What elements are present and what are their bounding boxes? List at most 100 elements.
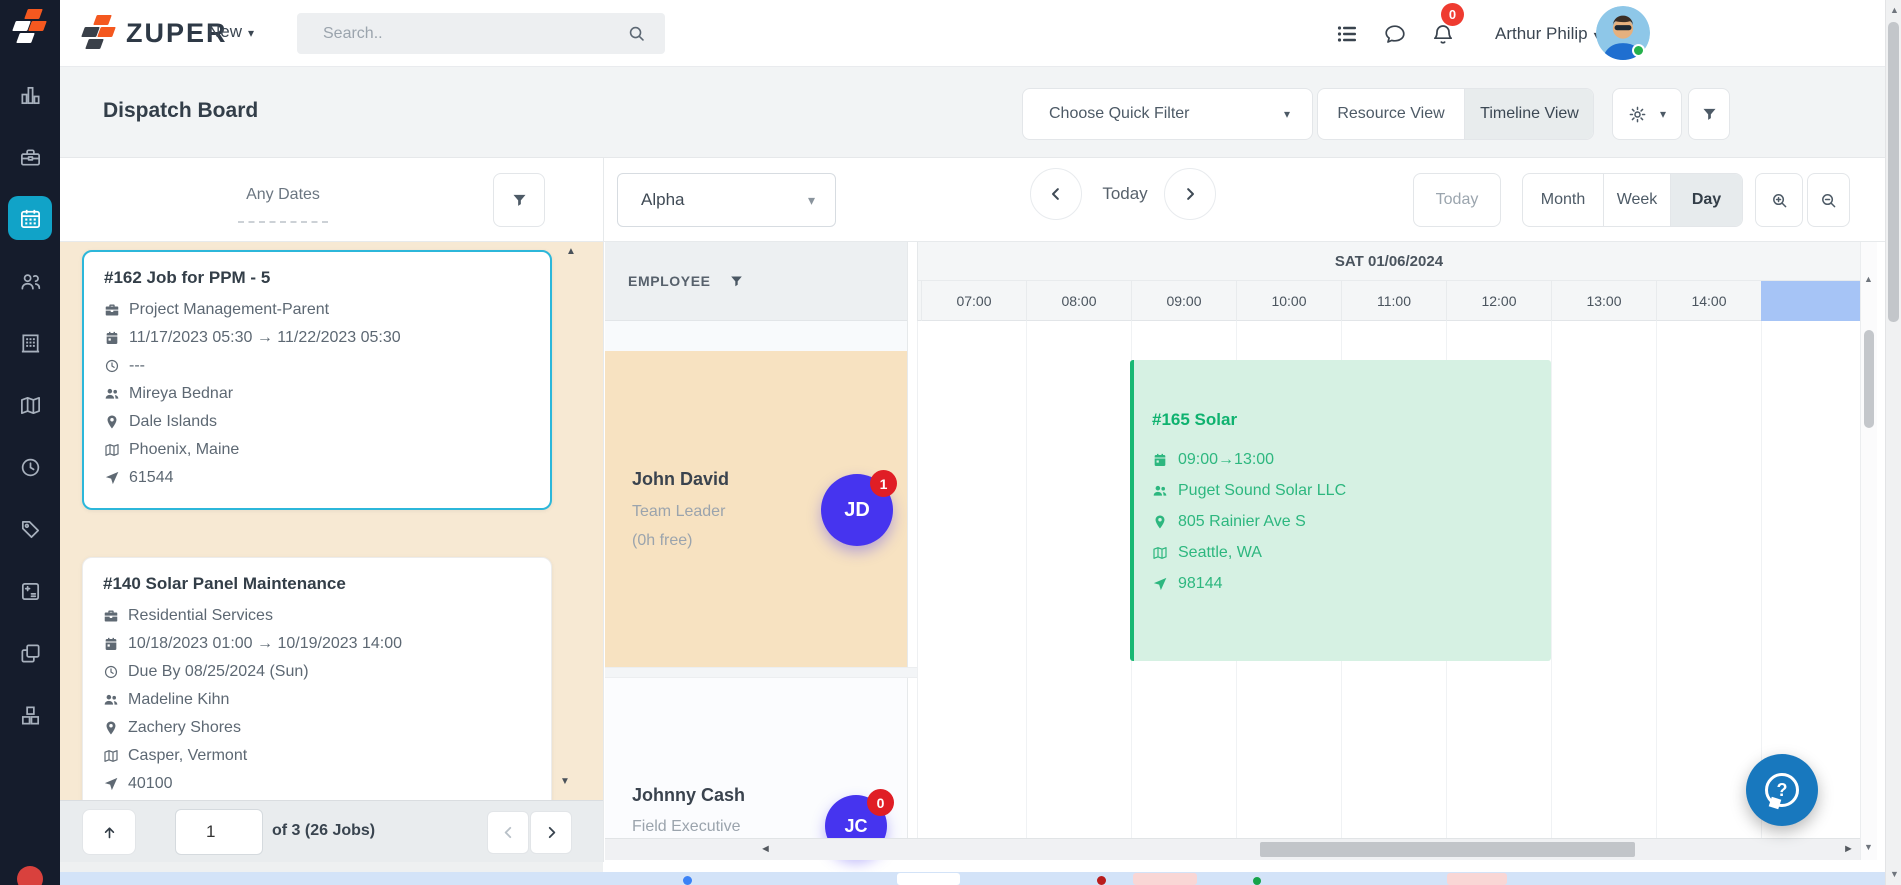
grid-line [1026, 321, 1027, 838]
timeline-view-button[interactable]: Timeline View [1465, 89, 1594, 139]
page-scrollbar[interactable]: ▲ ▼ [1885, 0, 1901, 885]
grid-line [1656, 321, 1657, 838]
job-detail-zip: 40100 [103, 770, 531, 798]
sidebar-item-jobs[interactable] [8, 135, 52, 179]
horizontal-scroll-thumb[interactable] [1260, 842, 1635, 857]
chat-icon[interactable] [1383, 22, 1407, 46]
employee-column-header: EMPLOYEE [605, 242, 907, 321]
employee-row[interactable]: Johnny Cash Field Executive JC 0 [605, 678, 907, 838]
week-view-button[interactable]: Week [1604, 174, 1671, 226]
scroll-down-icon[interactable]: ▼ [1890, 869, 1899, 879]
page-title: Dispatch Board [103, 99, 258, 123]
month-label: Month [1541, 191, 1585, 209]
sidebar-item-dashboard[interactable] [8, 73, 52, 117]
scroll-up-icon[interactable]: ▲ [566, 246, 576, 257]
zuper-logo-mark[interactable] [11, 9, 49, 47]
timeline-hours-header: 07:00 08:00 09:00 10:00 11:00 12:00 13:0… [917, 281, 1860, 321]
task-list-icon[interactable] [1335, 22, 1359, 46]
scroll-down-icon[interactable]: ▼ [560, 776, 570, 787]
previous-day-button[interactable] [1030, 168, 1082, 220]
gear-icon [1628, 105, 1647, 124]
sidebar-item-dispatch-board[interactable] [8, 196, 52, 240]
scroll-down-icon[interactable]: ▼ [1864, 842, 1873, 852]
logo-tile [24, 9, 43, 19]
calendar-icon [103, 636, 119, 652]
job-detail-customer: Madeline Kihn [103, 686, 531, 714]
next-page-button[interactable] [530, 811, 572, 854]
jobs-pagination-bar: of 3 (26 Jobs) [60, 800, 603, 862]
timeline-vertical-scrollbar[interactable]: ▲ ▼ [1860, 242, 1877, 860]
scroll-right-icon[interactable]: ► [1843, 843, 1854, 855]
resource-view-button[interactable]: Resource View [1318, 89, 1465, 139]
help-button[interactable]: ? [1746, 754, 1818, 826]
zoom-in-button[interactable] [1755, 173, 1803, 227]
employee-sort-select[interactable]: Alpha▾ [617, 173, 836, 227]
page-scroll-thumb[interactable] [1888, 22, 1899, 322]
pin-icon [104, 414, 120, 430]
search-input[interactable] [297, 13, 665, 54]
next-day-button[interactable] [1164, 168, 1216, 220]
navigation-icon [103, 776, 119, 792]
date-filter-link[interactable]: Any Dates [193, 186, 373, 204]
page-number-input[interactable] [175, 809, 263, 855]
zuper-brand-logo[interactable] [80, 15, 118, 53]
sidebar-item-estimates[interactable] [8, 569, 52, 613]
today-view-button[interactable]: Today [1413, 173, 1501, 227]
sidebar-item-documents[interactable] [8, 631, 52, 675]
board-filter-button[interactable] [1688, 88, 1730, 140]
navigation-icon [1152, 576, 1168, 592]
hour-cell: 09:00 [1131, 281, 1236, 321]
scroll-up-icon[interactable]: ▲ [1864, 274, 1873, 284]
vertical-scroll-thumb[interactable] [1864, 330, 1874, 428]
job-count-badge: 1 [870, 470, 897, 497]
sidebar-item-territories[interactable] [8, 383, 52, 427]
zoom-out-button[interactable] [1807, 173, 1850, 227]
chevron-right-icon [1181, 185, 1199, 203]
chevron-left-icon [1047, 185, 1065, 203]
user-menu[interactable]: Arthur Philip▾ [1495, 24, 1600, 44]
job-filter-button[interactable] [493, 173, 545, 227]
employee-row[interactable]: John David Team Leader (0h free) JD 1 [605, 351, 907, 667]
go-to-today-link[interactable]: Today [1090, 168, 1160, 220]
quick-filter-dropdown[interactable]: Choose Quick Filter▾ [1022, 88, 1313, 140]
sidebar-bottom-icon[interactable] [17, 866, 43, 885]
hour-cell: 10:00 [1236, 281, 1341, 321]
month-view-button[interactable]: Month [1523, 174, 1604, 226]
tag-icon [19, 518, 42, 541]
event-time: 09:00→13:00 [1152, 444, 1551, 475]
timeline-horizontal-scrollbar[interactable]: ◄ ► [605, 838, 1860, 860]
sidebar-item-customers[interactable] [8, 259, 52, 303]
clock-icon [104, 358, 120, 374]
avatar-initials: JD [844, 499, 870, 522]
sidebar-item-tags[interactable] [8, 507, 52, 551]
employee-role: Field Executive [632, 818, 741, 836]
employee-role: Team Leader [632, 503, 725, 521]
job-card[interactable]: #162 Job for PPM - 5 Project Management-… [82, 250, 552, 510]
settings-dropdown-button[interactable]: ▾ [1612, 88, 1682, 140]
previous-page-button[interactable] [487, 811, 529, 854]
panel-bottom-strip [60, 862, 603, 872]
calendar-icon [104, 330, 120, 346]
pin-icon [1152, 514, 1168, 530]
search-icon[interactable] [627, 24, 646, 43]
new-menu-button[interactable]: New▾ [208, 22, 254, 42]
scroll-left-icon[interactable]: ◄ [760, 843, 771, 855]
job-detail-schedule: 11/17/2023 05:30 → 11/22/2023 05:30 [104, 324, 530, 352]
job-card[interactable]: #140 Solar Panel Maintenance Residential… [82, 557, 552, 800]
scroll-up-icon[interactable]: ▲ [1890, 5, 1899, 15]
sidebar-item-assets[interactable] [8, 693, 52, 737]
week-label: Week [1617, 191, 1658, 209]
sidebar-item-organization[interactable] [8, 321, 52, 365]
briefcase-icon [104, 302, 120, 318]
scheduled-job-event[interactable]: #165 Solar 09:00→13:00 Puget Sound Solar… [1130, 360, 1551, 661]
map-icon [103, 748, 119, 764]
sidebar-item-timesheets[interactable] [8, 445, 52, 489]
job-detail-customer: Mireya Bednar [104, 380, 530, 408]
user-name: Arthur Philip [1495, 24, 1588, 43]
employee-filter-icon[interactable] [729, 274, 744, 289]
collapse-panel-button[interactable] [82, 809, 136, 855]
job-title: #140 Solar Panel Maintenance [103, 574, 531, 594]
day-view-button[interactable]: Day [1671, 174, 1742, 226]
map-icon [1152, 545, 1168, 561]
event-customer: Puget Sound Solar LLC [1152, 475, 1551, 506]
